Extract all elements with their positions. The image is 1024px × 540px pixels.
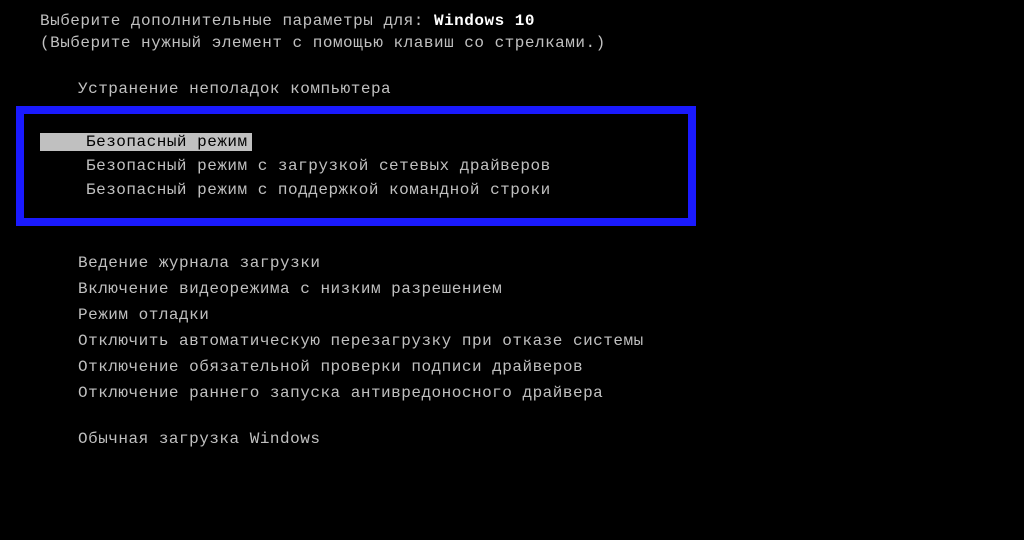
option-disable-auto-restart[interactable]: Отключить автоматическую перезагрузку пр… <box>40 328 1024 354</box>
option-safe-mode-networking[interactable]: Безопасный режим с загрузкой сетевых дра… <box>40 154 688 178</box>
boot-menu-hint: (Выберите нужный элемент с помощью клави… <box>40 34 1024 52</box>
prompt-prefix: Выберите дополнительные параметры для: <box>40 12 434 30</box>
option-safe-mode[interactable]: Безопасный режим <box>40 130 688 154</box>
option-disable-early-antimalware[interactable]: Отключение раннего запуска антивредоносн… <box>40 380 1024 406</box>
os-name: Windows 10 <box>434 12 535 30</box>
option-safe-mode-cmd[interactable]: Безопасный режим с поддержкой командной … <box>40 178 688 202</box>
option-disable-driver-sig[interactable]: Отключение обязательной проверки подписи… <box>40 354 1024 380</box>
option-low-res-video[interactable]: Включение видеорежима с низким разрешени… <box>40 276 1024 302</box>
option-debug-mode[interactable]: Режим отладки <box>40 302 1024 328</box>
option-repair-computer[interactable]: Устранение неполадок компьютера <box>40 76 1024 102</box>
boot-options-list: Устранение неполадок компьютера Безопасн… <box>40 76 1024 452</box>
selected-option-label: Безопасный режим <box>40 133 252 151</box>
option-normal-boot[interactable]: Обычная загрузка Windows <box>40 426 1024 452</box>
option-boot-logging[interactable]: Ведение журнала загрузки <box>40 250 1024 276</box>
boot-menu-title: Выберите дополнительные параметры для: W… <box>40 12 1024 30</box>
safe-mode-highlight-box: Безопасный режим Безопасный режим с загр… <box>16 106 696 226</box>
